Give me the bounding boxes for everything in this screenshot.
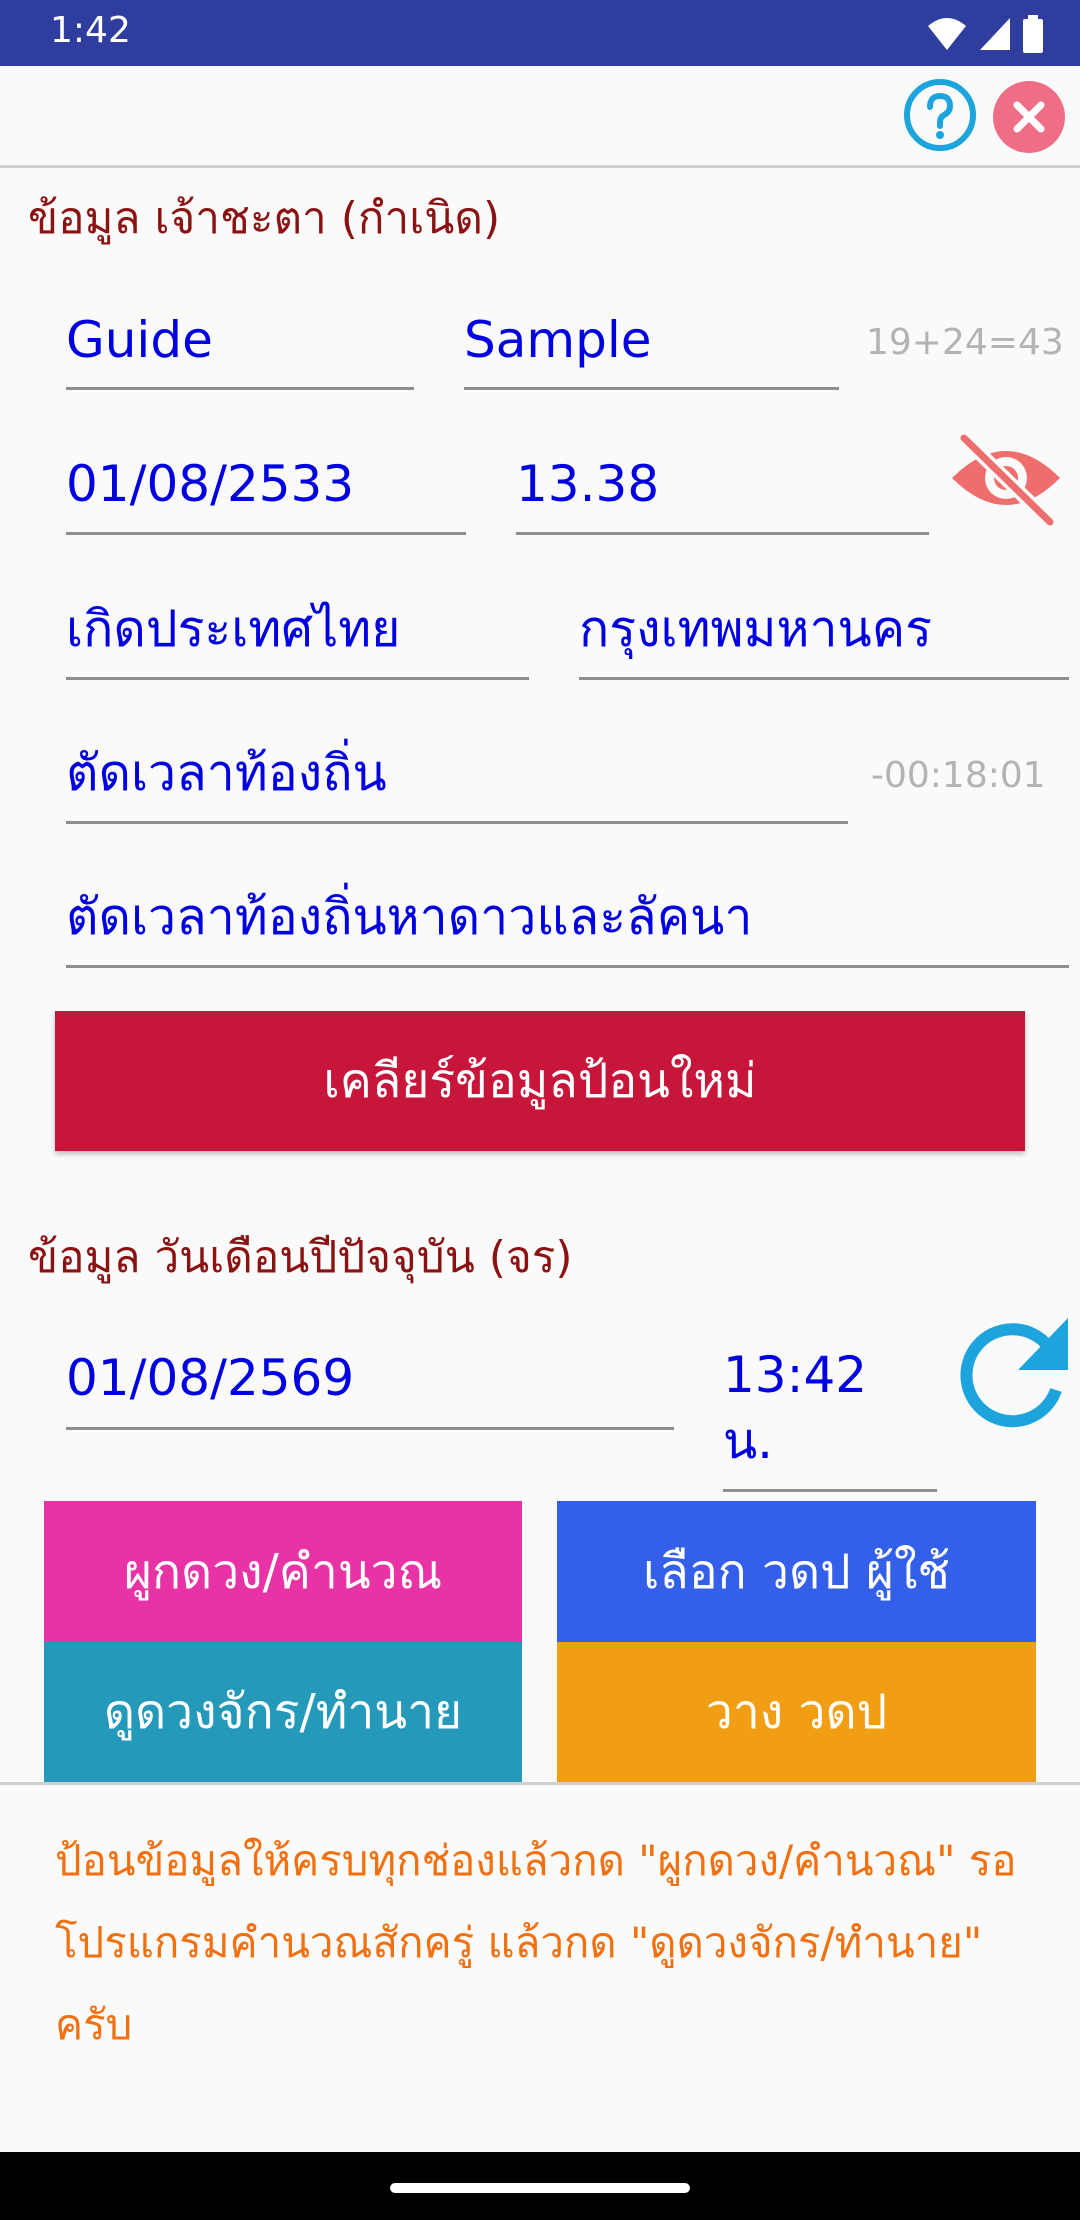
current-section-title: ข้อมูล วันเดือนปีปัจจุบัน (จร) (28, 1232, 573, 1283)
home-gesture-handle[interactable] (390, 2183, 690, 2193)
instruction-line-1: ป้อนข้อมูลให้ครบทุกช่องแล้วกด "ผูกดวง/คำ… (55, 1836, 1017, 1885)
view-chart-button[interactable]: ดูดวงจักร/ทำนาย (44, 1642, 522, 1782)
instruction-text: ป้อนข้อมูลให้ครบทุกช่องแล้วกด "ผูกดวง/คำ… (55, 1820, 1055, 2066)
birth-date-field[interactable]: 01/08/2533 (66, 443, 466, 535)
first-name-field[interactable]: Guide (66, 300, 414, 390)
close-icon (1013, 101, 1045, 133)
place-chart-button[interactable]: วาง วดป (557, 1642, 1036, 1782)
local-time-option-field[interactable]: ตัดเวลาท้องถิ่น (66, 732, 848, 824)
close-button[interactable] (993, 81, 1065, 153)
name-count-label: 19+24=43 (866, 322, 1064, 363)
header-divider (0, 165, 1080, 168)
help-button[interactable] (903, 78, 977, 152)
clear-input-button[interactable]: เคลียร์ข้อมูลป้อนใหม่ (55, 1011, 1025, 1151)
status-icons (926, 14, 1044, 54)
choose-chart-button[interactable]: เลือก วดป ผู้ใช้ (557, 1501, 1036, 1642)
signal-icon (980, 18, 1010, 50)
birth-country-field[interactable]: เกิดประเทศไทย (66, 588, 529, 680)
local-time-offset-label: -00:18:01 (871, 755, 1046, 796)
help-circle-icon (904, 79, 976, 151)
refresh-icon (960, 1318, 1068, 1428)
status-bar (0, 0, 1080, 66)
last-name-field[interactable]: Sample (464, 300, 839, 390)
battery-icon (1023, 15, 1043, 53)
birth-province-field[interactable]: กรุงเทพมหานคร (579, 588, 1069, 680)
current-date-field[interactable]: 01/08/2569 (66, 1336, 674, 1430)
birth-time-field[interactable]: 13.38 (516, 443, 929, 535)
current-time-field[interactable]: 13:42 น. (723, 1336, 937, 1492)
local-time-star-option-field[interactable]: ตัดเวลาท้องถิ่นหาดาวและลัคนา (66, 876, 1069, 968)
toggle-visibility-button[interactable] (948, 429, 1064, 531)
refresh-button[interactable] (952, 1312, 1072, 1432)
eye-off-icon (952, 429, 1060, 531)
current-time-value: 13:42 (723, 1346, 868, 1404)
instruction-line-2: โปรแกรมคำนวณสักครู่ แล้วกด "ดูดวงจักร/ทำ… (55, 1918, 983, 2049)
status-time: 1:42 (50, 10, 131, 51)
bottom-divider (0, 1782, 1080, 1785)
wifi-icon (928, 18, 966, 50)
current-time-unit: น. (723, 1412, 774, 1470)
calculate-button[interactable]: ผูกดวง/คำนวณ (44, 1501, 522, 1642)
birth-section-title: ข้อมูล เจ้าชะตา (กำเนิด) (28, 193, 501, 244)
